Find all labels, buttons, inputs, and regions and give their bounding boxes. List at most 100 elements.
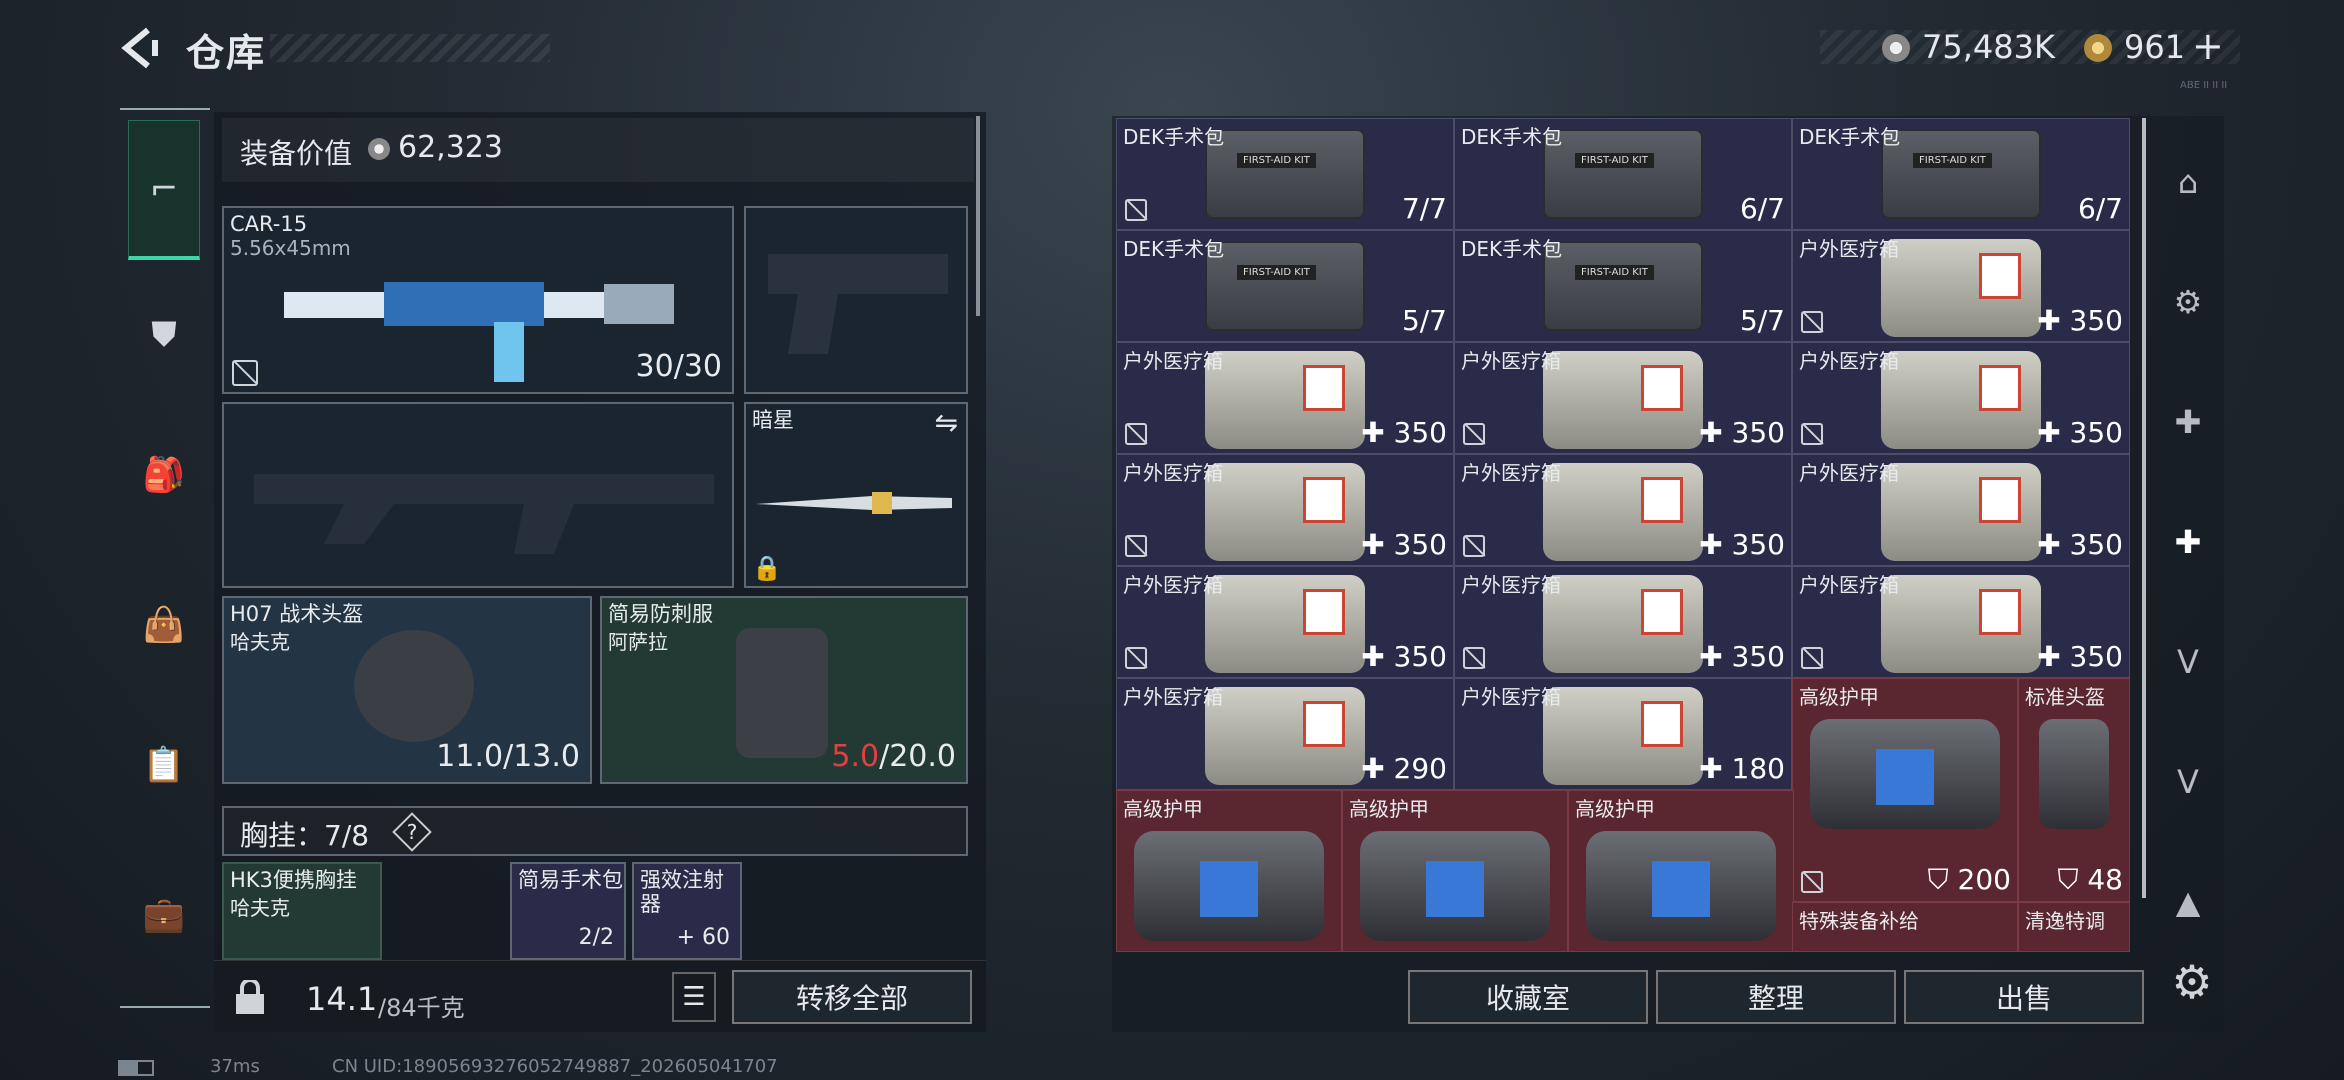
item-name: 户外医疗箱	[1123, 349, 1223, 373]
tab-bag[interactable]: 👜	[128, 580, 200, 670]
tab-toolbox[interactable]: 💼	[128, 870, 200, 960]
inventory-item[interactable]: DEK手术包 6/7	[1792, 118, 2130, 230]
helmet-slot[interactable]: H07 战术头盔 哈夫克 11.0/13.0	[222, 596, 592, 784]
item-count: ⛉ 48	[2057, 863, 2123, 896]
secondary-weapon-slot[interactable]	[222, 402, 734, 588]
filter-misc-icon[interactable]: ▲	[2156, 870, 2220, 934]
inventory-item[interactable]: 户外医疗箱 ✚ 290	[1116, 678, 1454, 790]
inventory-item[interactable]: 高级护甲	[1116, 790, 1342, 952]
scrollbar-thumb[interactable]	[2142, 118, 2146, 898]
inventory-item[interactable]: 特殊装备补给	[1792, 902, 2018, 952]
filter-all-icon[interactable]: ⌂	[2156, 150, 2220, 214]
inventory-item[interactable]: 户外医疗箱 ✚ 350	[1116, 342, 1454, 454]
vest-icon: ⛊	[151, 315, 177, 355]
rig-slot[interactable]: HK3便携胸挂 哈夫克	[222, 862, 382, 960]
item-name: 户外医疗箱	[1461, 461, 1561, 485]
back-arrow-icon[interactable]	[118, 26, 162, 70]
inventory-item[interactable]: DEK手术包 6/7	[1454, 118, 1792, 230]
item-name: 户外医疗箱	[1799, 461, 1899, 485]
item-count: ✚ 350	[1699, 640, 1785, 673]
item-name: 户外医疗箱	[1461, 685, 1561, 709]
inventory-item[interactable]: DEK手术包 5/7	[1116, 230, 1454, 342]
swap-icon[interactable]: ⇋	[935, 406, 958, 439]
item-count: ✚ 180	[1699, 752, 1785, 785]
inventory-item[interactable]: 户外医疗箱 ✚ 350	[1116, 454, 1454, 566]
inventory-item[interactable]: DEK手术包 5/7	[1454, 230, 1792, 342]
filter-vehicle-icon[interactable]: V	[2156, 630, 2220, 694]
transfer-all-button[interactable]: 转移全部	[732, 970, 972, 1024]
inventory-item[interactable]: 高级护甲	[1568, 790, 1794, 952]
collection-room-button[interactable]: 收藏室	[1408, 970, 1648, 1024]
ping-readout: 37ms	[210, 1056, 260, 1077]
armor-slot[interactable]: 简易防刺服 阿萨拉 5.0/20.0	[600, 596, 968, 784]
ammo-count: 30/30	[635, 349, 722, 384]
helmet-image	[354, 630, 474, 742]
item-name: 高级护甲	[1123, 797, 1203, 821]
armor-bag-image	[1586, 831, 1776, 941]
item-count: ✚ 350	[1699, 416, 1785, 449]
medkit-image	[1205, 687, 1365, 785]
item-count: ✚ 290	[1361, 752, 1447, 785]
armor-durability: 5.0/20.0	[831, 739, 956, 774]
inventory-item[interactable]: 户外医疗箱 ✚ 350	[1454, 566, 1792, 678]
premium-currency-icon	[2084, 34, 2112, 62]
armor-bag-image	[1810, 719, 2000, 829]
injector-item[interactable]: 强效注射器 + 60	[632, 862, 742, 960]
filter-medical-iv-icon[interactable]: ✚	[2156, 510, 2220, 574]
briefcase-icon: 💼	[142, 895, 186, 935]
item-name: 户外医疗箱	[1799, 349, 1899, 373]
item-name: 户外医疗箱	[1123, 573, 1223, 597]
armor-origin: 阿萨拉	[608, 630, 668, 654]
filter-weapons-icon[interactable]: ⚙	[2156, 270, 2220, 334]
helmet-origin: 哈夫克	[230, 630, 290, 654]
inventory-item[interactable]: 户外医疗箱 ✚ 350	[1792, 342, 2130, 454]
inventory-item[interactable]: 高级护甲 ⛉ 200	[1792, 678, 2018, 902]
medkit-image	[1543, 351, 1703, 449]
no-drop-icon	[1125, 647, 1147, 669]
knife-image	[756, 492, 952, 514]
gear-icon[interactable]: ⚙	[2162, 952, 2222, 1012]
surgery-kit-image	[1881, 129, 2041, 219]
inventory-item[interactable]: 户外医疗箱 ✚ 350	[1792, 230, 2130, 342]
tab-case[interactable]: 📋	[128, 720, 200, 810]
inventory-item[interactable]: 清逸特调	[2018, 902, 2130, 952]
inventory-item[interactable]: 户外医疗箱 ✚ 350	[1792, 454, 2130, 566]
inventory-item[interactable]: 户外医疗箱 ✚ 350	[1116, 566, 1454, 678]
item-count: 5/7	[1739, 304, 1785, 337]
tab-armor[interactable]: ⛊	[128, 290, 200, 380]
sidearm-slot[interactable]	[744, 206, 968, 394]
inventory-item[interactable]: 高级护甲	[1342, 790, 1568, 952]
item-name: 户外医疗箱	[1461, 349, 1561, 373]
inventory-item[interactable]: 户外医疗箱 ✚ 350	[1792, 566, 2130, 678]
item-name: 户外医疗箱	[1461, 573, 1561, 597]
inventory-item[interactable]: 标准头盔 ⛉ 48	[2018, 678, 2130, 902]
filter-vehicle2-icon[interactable]: V	[2156, 750, 2220, 814]
tab-weapons[interactable]: ⌐	[128, 120, 200, 260]
scrollbar[interactable]	[976, 116, 980, 316]
no-drop-icon	[1125, 199, 1147, 221]
inventory-item[interactable]: 户外医疗箱 ✚ 180	[1454, 678, 1792, 790]
melee-slot[interactable]: 暗星 ⇋ 🔒	[744, 402, 968, 588]
pouch-item[interactable]: 简易手术包 2/2	[510, 862, 626, 960]
item-count: ✚ 350	[1699, 528, 1785, 561]
page-title: 仓库	[186, 31, 267, 75]
equipment-value: 62,323	[398, 130, 503, 165]
medkit-image	[1881, 463, 2041, 561]
no-drop-icon	[1463, 535, 1485, 557]
item-count: ⛉ 200	[1927, 863, 2011, 896]
pistol-silhouette	[768, 254, 948, 354]
coin-icon	[368, 138, 390, 160]
add-currency-button[interactable]: +	[2192, 24, 2224, 68]
primary-weapon-slot[interactable]: CAR-15 5.56x45mm 30/30	[222, 206, 734, 394]
vest-image	[736, 628, 828, 758]
list-view-button[interactable]: ☰	[672, 972, 716, 1022]
medkit-image	[1205, 351, 1365, 449]
inventory-item[interactable]: DEK手术包 7/7	[1116, 118, 1454, 230]
category-tabs: ⌐ ⛊ 🎒 👜 📋 💼	[120, 108, 210, 1008]
filter-medical-icon[interactable]: ✚	[2156, 390, 2220, 454]
inventory-item[interactable]: 户外医疗箱 ✚ 350	[1454, 454, 1792, 566]
organize-button[interactable]: 整理	[1656, 970, 1896, 1024]
sell-button[interactable]: 出售	[1904, 970, 2144, 1024]
tab-backpack[interactable]: 🎒	[128, 430, 200, 520]
inventory-item[interactable]: 户外医疗箱 ✚ 350	[1454, 342, 1792, 454]
